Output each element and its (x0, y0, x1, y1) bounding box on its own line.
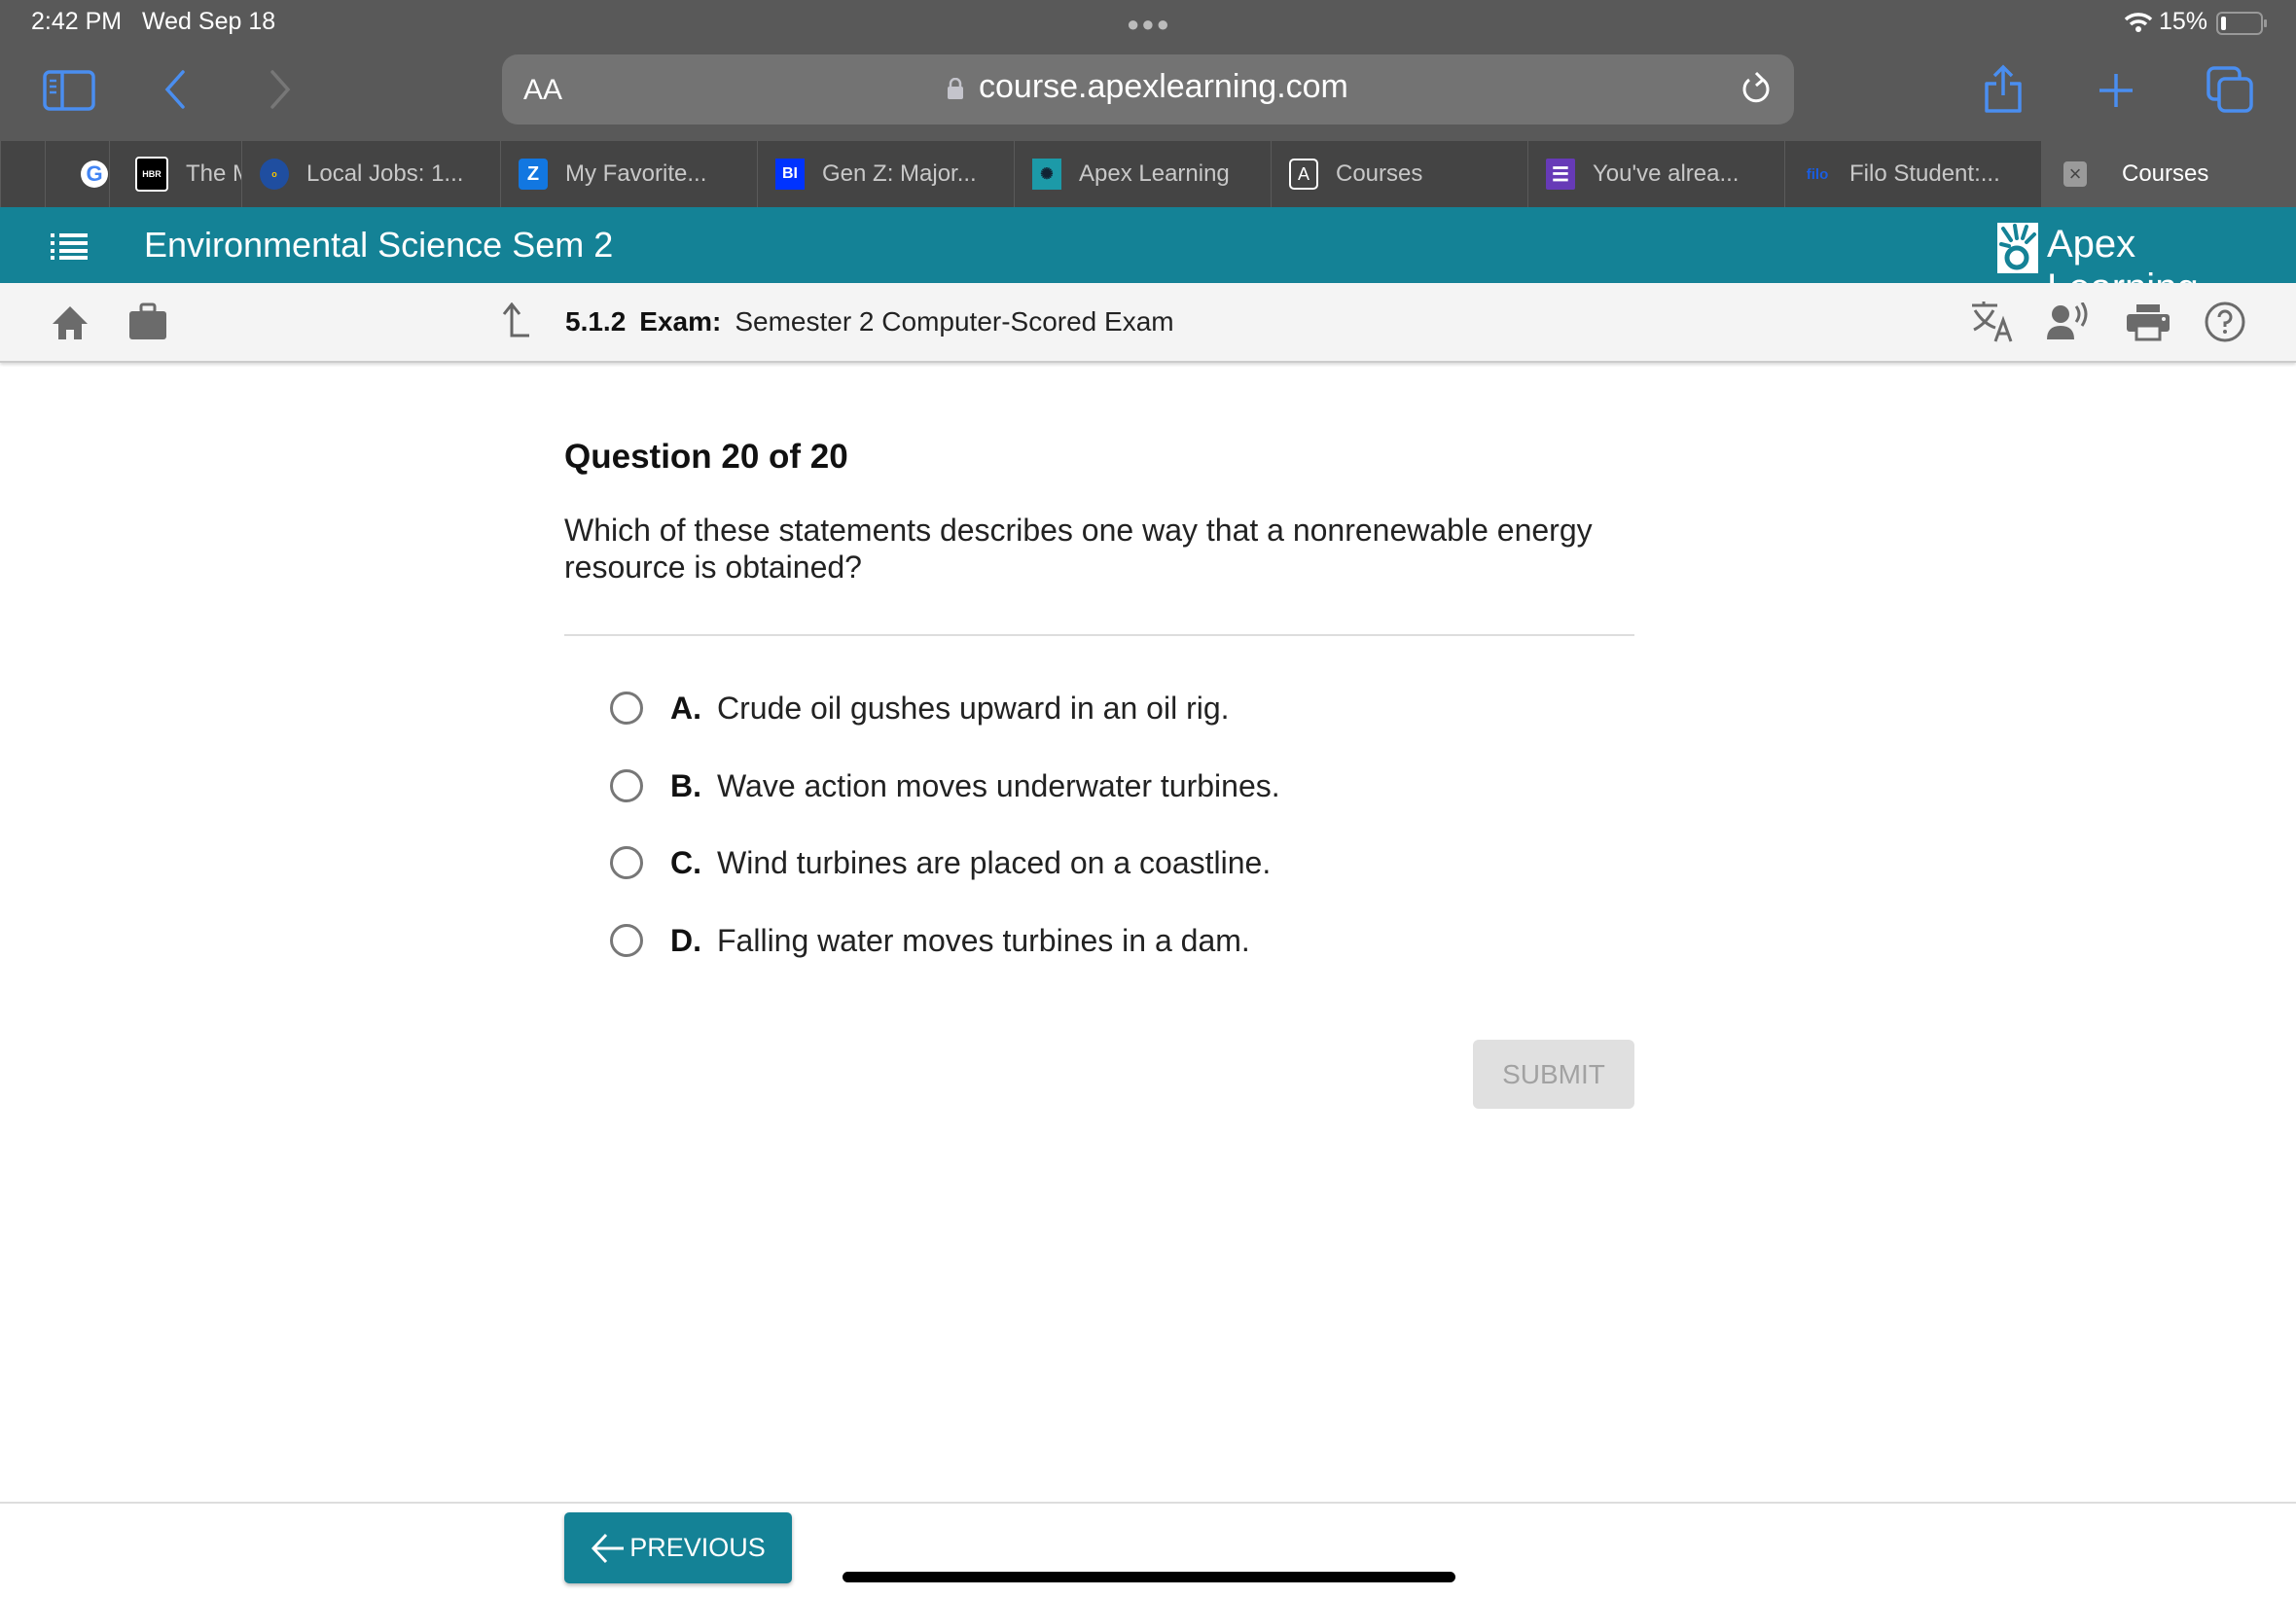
option-letter: D. (670, 922, 701, 958)
tab-filo[interactable]: filo Filo Student:... (1784, 141, 2041, 207)
submit-button[interactable]: SUBMIT (1473, 1040, 1634, 1109)
home-indicator[interactable] (843, 1572, 1455, 1582)
option-text: Crude oil gushes upward in an oil rig. (717, 690, 1230, 726)
tab-spacer (0, 141, 45, 207)
breadcrumb-title: Semester 2 Computer-Scored Exam (735, 306, 1174, 337)
tab-label: Gen Z: Major... (822, 160, 977, 187)
footer-bar (0, 1502, 2296, 1597)
option-text: Falling water moves turbines in a dam. (717, 922, 1250, 958)
option-letter: B. (670, 767, 701, 803)
tab-gen-z[interactable]: BI Gen Z: Major... (757, 141, 1014, 207)
apex-icon: ✺ (1032, 159, 1061, 190)
battery-icon (2216, 12, 2267, 35)
answer-option-d[interactable]: D. Falling water moves turbines in a dam… (610, 919, 1250, 962)
forms-icon: ☰ (1546, 159, 1575, 190)
print-icon[interactable] (2127, 304, 2170, 341)
text-size-button[interactable]: AA (523, 74, 562, 107)
google-icon: G (81, 160, 108, 188)
tabs-overview-icon[interactable] (2206, 66, 2253, 113)
bi-icon: BI (775, 159, 805, 190)
question-number: Question 20 of 20 (564, 438, 848, 476)
breadcrumb-number: 5.1.2 (565, 306, 627, 337)
tab-label: Courses (1336, 160, 1423, 187)
lock-icon (948, 78, 963, 99)
radio-button[interactable] (610, 924, 643, 957)
back-icon[interactable] (163, 70, 187, 109)
tab-courses[interactable]: A Courses (1271, 141, 1527, 207)
hbr-icon: HBR (135, 157, 168, 192)
help-icon[interactable] (2205, 302, 2245, 342)
tab-label: Filo Student:... (1849, 160, 2000, 187)
status-time: 2:42 PM (31, 8, 123, 35)
answer-option-b[interactable]: B. Wave action moves underwater turbines… (610, 764, 1280, 807)
radio-button[interactable] (610, 769, 643, 802)
option-text: Wave action moves underwater turbines. (717, 767, 1280, 803)
question-text: Which of these statements describes one … (564, 513, 1593, 585)
tab-local-jobs[interactable]: o Local Jobs: 1... (241, 141, 500, 207)
new-tab-icon[interactable] (2098, 72, 2135, 109)
previous-label: PREVIOUS (629, 1533, 766, 1562)
app-header: Environmental Science Sem 2 Apex Learnin… (0, 207, 2296, 309)
tab-apex-learning[interactable]: ✺ Apex Learning (1014, 141, 1271, 207)
briefcase-icon[interactable] (127, 302, 168, 341)
tab-label: The M (186, 160, 241, 187)
tab-label: Local Jobs: 1... (306, 160, 464, 187)
answer-option-a[interactable]: A. Crude oil gushes upward in an oil rig… (610, 687, 1230, 729)
url-text[interactable]: course.apexlearning.com (979, 68, 1348, 106)
tab-label: You've alrea... (1593, 160, 1740, 187)
radio-button[interactable] (610, 692, 643, 725)
radio-button[interactable] (610, 846, 643, 879)
breadcrumb-type: Exam: (639, 306, 722, 337)
tab-strip: G HBR The M o Local Jobs: 1... Z My Favo… (0, 141, 2296, 207)
tab-label: My Favorite... (565, 160, 707, 187)
status-date: Wed Sep 18 (142, 8, 276, 35)
share-icon[interactable] (1983, 64, 2024, 115)
breadcrumb: 5.1.2 Exam: Semester 2 Computer-Scored Exa… (565, 306, 1174, 337)
tab-courses-active[interactable]: × Courses (2041, 141, 2296, 207)
arrow-left-icon (592, 1533, 625, 1563)
tab-label: Apex Learning (1079, 160, 1230, 187)
divider (564, 634, 1634, 636)
translate-icon[interactable] (1970, 301, 2015, 343)
option-letter: C. (670, 844, 701, 880)
tab-label: Courses (2122, 160, 2209, 187)
tab-google-forms[interactable]: ☰ You've alrea... (1527, 141, 1784, 207)
multitask-dots-icon[interactable]: ●●● (1127, 12, 1171, 37)
sub-navigation: 5.1.2 Exam: Semester 2 Computer-Scored Exa… (0, 283, 2296, 363)
close-tab-icon[interactable]: × (2063, 161, 2087, 187)
zillow-icon: Z (519, 159, 548, 190)
apex-logo-icon (1997, 223, 2038, 273)
filo-icon: filo (1806, 165, 1829, 183)
address-bar[interactable]: AA course.apexlearning.com (502, 54, 1794, 124)
tab-my-favorite[interactable]: Z My Favorite... (500, 141, 757, 207)
previous-button[interactable]: PREVIOUS (564, 1512, 792, 1583)
option-text: Wind turbines are placed on a coastline. (717, 844, 1272, 880)
reload-icon[interactable] (1740, 70, 1773, 109)
home-icon[interactable] (51, 304, 90, 341)
a-icon: A (1289, 159, 1318, 190)
tab-hbr[interactable]: HBR The M (109, 141, 241, 207)
browser-chrome: 2:42 PM Wed Sep 18 ●●● 15% AA course.ape… (0, 0, 2296, 141)
battery-percent: 15% (2159, 8, 2208, 35)
course-title: Environmental Science Sem 2 (144, 225, 614, 265)
wifi-icon (2124, 13, 2153, 32)
onet-icon: o (260, 159, 289, 190)
text-to-speech-icon[interactable] (2047, 302, 2092, 341)
tab-google[interactable]: G (45, 141, 109, 207)
option-letter: A. (670, 690, 701, 726)
answer-option-c[interactable]: C. Wind turbines are placed on a coastli… (610, 841, 1271, 884)
forward-icon[interactable] (269, 70, 292, 109)
up-level-icon[interactable] (500, 302, 531, 339)
sidebar-toggle-icon[interactable] (43, 70, 95, 111)
menu-list-icon[interactable] (51, 232, 88, 260)
